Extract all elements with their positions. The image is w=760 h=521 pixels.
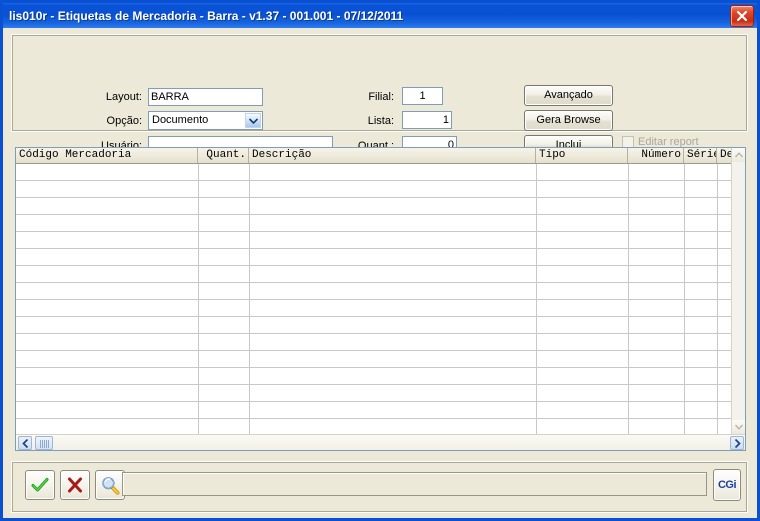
grid-column-divider xyxy=(249,164,250,434)
table-row[interactable] xyxy=(16,181,733,198)
grid-column-divider xyxy=(198,164,199,434)
table-row[interactable] xyxy=(16,402,733,419)
grid-column-header[interactable]: Descrição xyxy=(249,148,536,163)
table-row[interactable] xyxy=(16,334,733,351)
horizontal-scroll-thumb[interactable] xyxy=(35,436,53,450)
lista-input[interactable] xyxy=(402,111,452,129)
grid-column-divider xyxy=(717,164,718,434)
opcao-label: Opção: xyxy=(106,115,142,127)
table-row[interactable] xyxy=(16,164,733,181)
grid-horizontal-scrollbar[interactable] xyxy=(16,434,745,450)
grid-column-header[interactable]: Série xyxy=(684,148,717,163)
filial-input[interactable] xyxy=(402,87,443,105)
table-row[interactable] xyxy=(16,249,733,266)
application-window: lis010r - Etiquetas de Mercadoria - Barr… xyxy=(0,0,760,521)
close-button[interactable] xyxy=(730,5,754,27)
table-row[interactable] xyxy=(16,283,733,300)
lista-label: Lista: xyxy=(367,115,394,127)
cancel-button[interactable] xyxy=(60,470,90,500)
close-icon xyxy=(736,10,748,22)
grid-column-header[interactable]: Quant. xyxy=(198,148,249,163)
grid-vertical-scrollbar[interactable] xyxy=(731,148,745,434)
scroll-down-icon[interactable] xyxy=(732,420,745,434)
cgi-logo-text: CGi xyxy=(717,479,737,491)
merchandise-grid[interactable]: Código Mercadoria Quant. Descrição Tipo Núme… xyxy=(15,147,746,451)
scroll-up-icon[interactable] xyxy=(732,148,745,162)
chevron-down-icon[interactable] xyxy=(245,113,261,128)
status-field[interactable] xyxy=(122,472,707,496)
table-row[interactable] xyxy=(16,232,733,249)
table-row[interactable] xyxy=(16,351,733,368)
scroll-right-icon[interactable] xyxy=(730,436,744,450)
cross-icon xyxy=(68,477,82,493)
grid-column-header[interactable]: Código Mercadoria xyxy=(16,148,198,163)
scroll-left-icon[interactable] xyxy=(18,436,32,450)
cgi-logo-button[interactable]: CGi xyxy=(713,469,741,501)
bottom-toolbar: CGi xyxy=(11,461,748,513)
grid-column-divider xyxy=(536,164,537,434)
check-icon xyxy=(31,478,49,492)
table-row[interactable] xyxy=(16,368,733,385)
window-title: lis010r - Etiquetas de Mercadoria - Barr… xyxy=(9,8,404,23)
search-button[interactable] xyxy=(95,470,125,500)
layout-input[interactable] xyxy=(148,88,263,106)
avancado-button[interactable]: Avançado xyxy=(524,85,613,106)
table-row[interactable] xyxy=(16,317,733,334)
opcao-selected-value: Documento xyxy=(152,114,209,126)
grid-body[interactable] xyxy=(16,164,733,436)
filial-label: Filial: xyxy=(368,91,394,103)
confirm-button[interactable] xyxy=(25,470,55,500)
title-bar: lis010r - Etiquetas de Mercadoria - Barr… xyxy=(3,3,757,28)
opcao-select[interactable]: Documento xyxy=(148,111,263,130)
grid-column-header[interactable]: Número xyxy=(628,148,684,163)
magnifier-icon xyxy=(101,476,119,495)
grid-column-divider xyxy=(628,164,629,434)
layout-label: Layout: xyxy=(105,91,142,103)
grid-header-row: Código Mercadoria Quant. Descrição Tipo Núme… xyxy=(16,148,733,164)
table-row[interactable] xyxy=(16,198,733,215)
table-row[interactable] xyxy=(16,385,733,402)
scroll-thumb-grip-icon xyxy=(40,440,49,448)
table-row[interactable] xyxy=(16,300,733,317)
parameters-panel: Layout: Opção: Documento Usuário: Filial… xyxy=(11,34,748,156)
table-row[interactable] xyxy=(16,215,733,232)
gera-browse-button[interactable]: Gera Browse xyxy=(524,110,613,131)
table-row[interactable] xyxy=(16,266,733,283)
grid-column-divider xyxy=(684,164,685,434)
grid-column-header[interactable]: Tipo xyxy=(536,148,628,163)
